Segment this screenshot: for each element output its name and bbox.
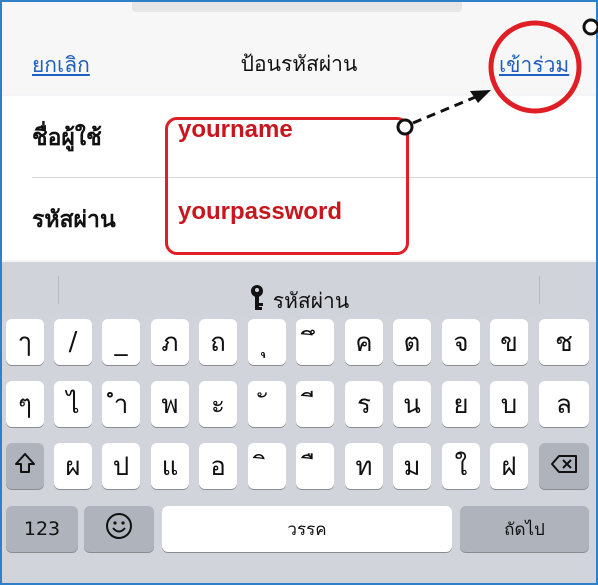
key[interactable]: ฝ [490,443,528,489]
key[interactable]: ไ [54,381,92,427]
key[interactable]: ถ [199,319,237,365]
key[interactable]: ี [296,381,334,427]
key[interactable]: _ [102,319,140,365]
key[interactable]: ย [442,381,480,427]
key[interactable]: ม [393,443,431,489]
key[interactable]: ใ [442,443,480,489]
key[interactable]: ุ [248,319,286,365]
key[interactable]: ั [248,381,286,427]
key[interactable]: พ [151,381,189,427]
backspace-key[interactable] [539,443,589,489]
key[interactable]: น [393,381,431,427]
key[interactable]: จ [442,319,480,365]
nav-bar: ยกเลิก ป้อนรหัสผ่าน เข้าร่วม [2,2,596,94]
numbers-key[interactable]: 123 [6,506,78,552]
key[interactable]: ๅ [6,319,44,365]
key[interactable]: ผ [54,443,92,489]
key-icon [249,284,265,317]
key[interactable]: ๆ [6,381,44,427]
backspace-icon [550,451,578,481]
shift-icon [14,451,36,481]
key[interactable]: ช [539,319,589,365]
key[interactable]: ำ [102,381,140,427]
key[interactable]: ึ [296,319,334,365]
key[interactable]: ล [539,381,589,427]
screen: ยกเลิก ป้อนรหัสผ่าน เข้าร่วม ชื่อผู้ใช้ … [0,0,598,585]
key[interactable]: ร [345,381,383,427]
key[interactable]: แ [151,443,189,489]
suggestion-bar: รหัสผ่าน [2,262,596,314]
join-button[interactable]: เข้าร่วม [499,49,569,82]
key[interactable]: ข [490,319,528,365]
key[interactable]: อ [199,443,237,489]
password-label: รหัสผ่าน [32,207,116,233]
username-label: ชื่อผู้ใช้ [32,125,102,151]
shift-key[interactable] [6,443,44,489]
emoji-icon [105,512,133,547]
key[interactable]: ภ [151,319,189,365]
key[interactable]: ป [102,443,140,489]
next-key[interactable]: ถัดไป [460,506,589,552]
space-bar[interactable]: วรรค [162,506,452,552]
emoji-key[interactable] [84,506,154,552]
key[interactable]: ื [296,443,334,489]
key[interactable]: ะ [199,381,237,427]
key[interactable]: ท [345,443,383,489]
top-strip [132,2,462,12]
key[interactable]: ิ [248,443,286,489]
credentials-highlight [165,117,409,255]
thai-keyboard: รหัสผ่าน ๅ / _ ภ ถ ุ ึ ค ต จ ข ช ๆ ไ ำ พ… [2,262,596,583]
key[interactable]: ค [345,319,383,365]
key[interactable]: / [54,319,92,365]
key[interactable]: ต [393,319,431,365]
suggestion-text: รหัสผ่าน [272,289,350,313]
password-suggestion[interactable]: รหัสผ่าน [2,284,596,318]
key[interactable]: บ [490,381,528,427]
